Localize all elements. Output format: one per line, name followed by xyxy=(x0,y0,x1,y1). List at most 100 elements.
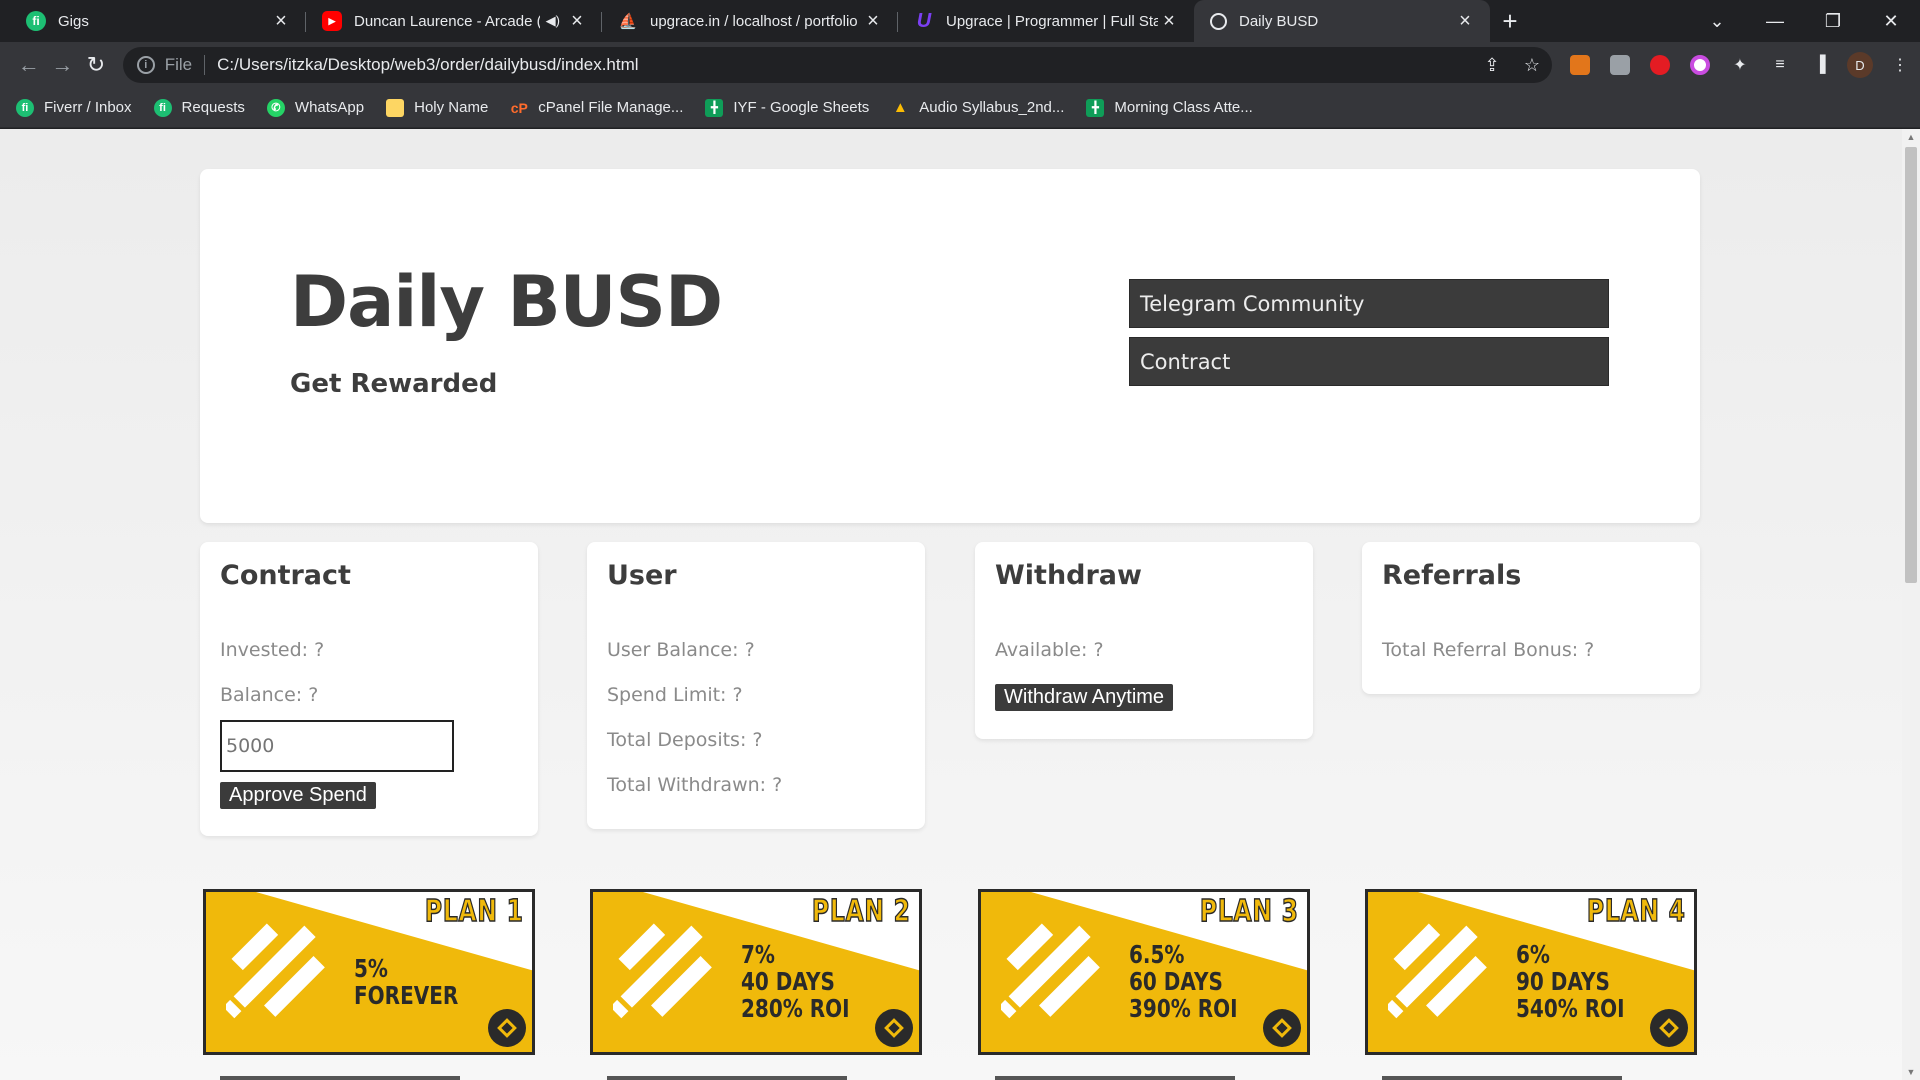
extension-icon[interactable] xyxy=(1600,47,1640,83)
minimize-icon[interactable]: — xyxy=(1746,11,1804,32)
close-tab-icon[interactable]: × xyxy=(270,10,292,32)
withdraw-anytime-button[interactable]: Withdraw Anytime xyxy=(995,684,1174,711)
bookmark-fiverr-inbox[interactable]: fi Fiverr / Inbox xyxy=(16,98,132,117)
fiverr-icon: fi xyxy=(153,98,172,117)
bookmark-label: Audio Syllabus_2nd... xyxy=(919,99,1065,116)
puzzle-icon[interactable]: ✦ xyxy=(1720,47,1760,83)
bookmark-morning-class[interactable]: ╋ Morning Class Atte... xyxy=(1086,98,1253,117)
bookmark-label: IYF - Google Sheets xyxy=(733,99,870,116)
plan-duration: FOREVER xyxy=(354,981,459,1010)
plan-card-2[interactable]: PLAN 2 7% 40 DAYS 280% ROI xyxy=(590,889,922,1055)
busd-logo-icon xyxy=(226,923,325,1019)
balance-stat: Balance: ? xyxy=(220,684,319,706)
panel-heading: Withdraw xyxy=(995,560,1142,591)
cpanel-icon: cP xyxy=(510,99,528,116)
tab-upgrace[interactable]: U Upgrace | Programmer | Full Stac × xyxy=(898,0,1194,42)
tab-gigs[interactable]: fi Gigs × xyxy=(10,0,306,42)
address-bar[interactable]: i File C:/Users/itzka/Desktop/web3/order… xyxy=(122,47,1552,83)
close-tab-icon[interactable]: × xyxy=(862,10,884,32)
profile-avatar[interactable]: D xyxy=(1840,47,1880,83)
bookmark-label: WhatsApp xyxy=(294,99,365,116)
bookmark-requests[interactable]: fi Requests xyxy=(153,98,245,117)
withdraw-panel: Withdraw Available: ? Withdraw Anytime xyxy=(975,542,1313,739)
sheets-icon: ╋ xyxy=(705,98,724,117)
restore-icon[interactable]: ❐ xyxy=(1804,11,1862,32)
plan-card-3[interactable]: PLAN 3 6.5% 60 DAYS 390% ROI xyxy=(978,889,1310,1055)
approve-spend-button[interactable]: Approve Spend xyxy=(220,782,376,809)
contract-link-button[interactable]: Contract xyxy=(1129,337,1609,386)
color-picker-icon[interactable] xyxy=(1680,47,1720,83)
back-icon[interactable]: ← xyxy=(12,47,46,83)
page-scrollbar[interactable]: ▲ ▼ xyxy=(1902,129,1920,1080)
bookmark-iyf-sheets[interactable]: ╋ IYF - Google Sheets xyxy=(705,98,870,117)
telegram-community-button[interactable]: Telegram Community xyxy=(1129,279,1609,328)
user-panel: User User Balance: ? Spend Limit: ? Tota… xyxy=(587,542,925,829)
contract-panel: Contract Invested: ? Balance: ? Approve … xyxy=(200,542,538,836)
tab-title: Duncan Laurence - Arcade (L xyxy=(354,12,540,30)
bookmark-label: Holy Name xyxy=(414,99,489,116)
phpmyadmin-icon: ⛵ xyxy=(618,13,638,30)
bookmarks-bar: fi Fiverr / Inbox fi Requests ✆ WhatsApp Ho… xyxy=(0,88,1920,128)
bnb-coin-icon xyxy=(1263,1009,1301,1047)
url-scheme: File xyxy=(164,55,193,74)
tab-daily-busd[interactable]: Daily BUSD × xyxy=(1194,0,1490,42)
menu-icon[interactable]: ⋮ xyxy=(1880,47,1920,83)
referrals-panel: Referrals Total Referral Bonus: ? xyxy=(1362,542,1700,694)
forward-icon[interactable]: → xyxy=(46,47,80,83)
bnb-coin-icon xyxy=(488,1009,526,1047)
adblock-icon[interactable] xyxy=(1640,47,1680,83)
globe-icon xyxy=(1210,12,1227,30)
panel-heading: Referrals xyxy=(1382,560,1522,591)
plan-title: PLAN 1 xyxy=(425,893,524,930)
bookmark-star-icon[interactable]: ☆ xyxy=(1512,55,1552,76)
close-tab-icon[interactable]: × xyxy=(566,10,588,32)
bookmark-label: Requests xyxy=(181,99,245,116)
panel-heading: Contract xyxy=(220,560,351,591)
new-tab-button[interactable]: + xyxy=(1490,0,1530,42)
scroll-down-icon[interactable]: ▼ xyxy=(1902,1064,1920,1080)
side-panel-icon[interactable]: ▐ xyxy=(1800,47,1840,83)
bookmark-audio-syllabus[interactable]: ▲ Audio Syllabus_2nd... xyxy=(891,99,1065,117)
hero-card: Daily BUSD Get Rewarded Telegram Communi… xyxy=(200,169,1700,523)
plan-roi: 390% ROI xyxy=(1129,994,1238,1023)
close-tab-icon[interactable]: × xyxy=(1158,10,1180,32)
metamask-icon[interactable] xyxy=(1560,47,1600,83)
bookmark-label: cPanel File Manage... xyxy=(538,99,684,116)
whatsapp-icon: ✆ xyxy=(266,98,285,117)
fiverr-icon: fi xyxy=(26,11,46,31)
url-text[interactable]: C:/Users/itzka/Desktop/web3/order/dailyb… xyxy=(217,55,1472,75)
folder-icon xyxy=(386,98,405,117)
busd-logo-icon xyxy=(1388,923,1487,1019)
tab-search-icon[interactable]: ⌄ xyxy=(1688,11,1746,32)
page-viewport: Daily BUSD Get Rewarded Telegram Communi… xyxy=(0,129,1902,1080)
bookmark-whatsapp[interactable]: ✆ WhatsApp xyxy=(266,98,365,117)
plan-card-4[interactable]: PLAN 4 6% 90 DAYS 540% ROI xyxy=(1365,889,1697,1055)
plan-roi: 540% ROI xyxy=(1516,994,1625,1023)
total-deposits-stat: Total Deposits: ? xyxy=(607,729,763,751)
bookmark-cpanel[interactable]: cP cPanel File Manage... xyxy=(510,99,684,117)
plan-title: PLAN 3 xyxy=(1200,893,1299,930)
share-icon[interactable]: ⇪ xyxy=(1472,55,1512,76)
speaker-icon[interactable]: ◀) xyxy=(546,13,560,29)
tab-title: Daily BUSD xyxy=(1239,12,1319,30)
total-referral-bonus-stat: Total Referral Bonus: ? xyxy=(1382,639,1595,661)
sheets-icon: ╋ xyxy=(1086,98,1105,117)
spend-amount-input[interactable] xyxy=(220,720,454,772)
extensions-bar: ✦ ≡ ▐ D ⋮ xyxy=(1560,47,1920,83)
scroll-up-icon[interactable]: ▲ xyxy=(1902,129,1920,145)
tab-strip: fi Gigs × ▶ Duncan Laurence - Arcade (L … xyxy=(0,0,1920,42)
bookmark-holy-name[interactable]: Holy Name xyxy=(386,98,489,117)
plan-rate: 7% xyxy=(741,940,775,969)
plan-input-edge xyxy=(607,1076,847,1080)
close-window-icon[interactable]: ✕ xyxy=(1862,11,1920,32)
close-tab-icon[interactable]: × xyxy=(1454,10,1476,32)
scrollbar-thumb[interactable] xyxy=(1905,147,1917,583)
media-control-icon[interactable]: ≡ xyxy=(1760,47,1800,83)
tab-youtube[interactable]: ▶ Duncan Laurence - Arcade (L ◀) × xyxy=(306,0,602,42)
plan-card-1[interactable]: PLAN 1 5% FOREVER xyxy=(203,889,535,1055)
reload-icon[interactable]: ↻ xyxy=(79,47,113,83)
divider xyxy=(204,55,206,75)
plan-rate: 6.5% xyxy=(1129,940,1185,969)
info-icon[interactable]: i xyxy=(136,56,155,74)
tab-phpmyadmin[interactable]: ⛵ upgrace.in / localhost / portfolio × xyxy=(602,0,898,42)
